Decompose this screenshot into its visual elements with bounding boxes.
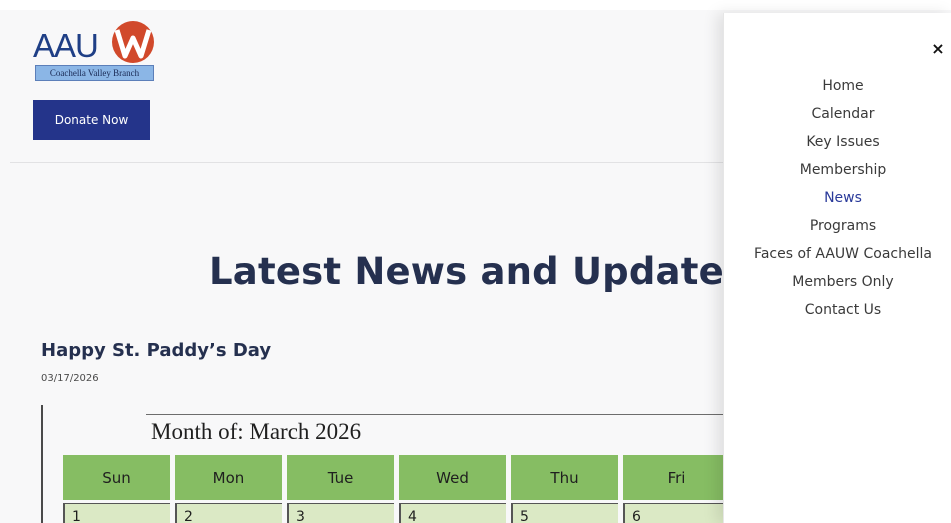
- calendar-day-header: Wed: [399, 455, 506, 500]
- page-title: Latest News and Updates: [209, 250, 747, 293]
- post-divider: [41, 405, 43, 523]
- nav-item-key-issues[interactable]: Key Issues: [735, 134, 951, 150]
- logo-w-mark: [112, 21, 154, 63]
- logo-text: AAU: [33, 27, 99, 64]
- post-date: 03/17/2026: [41, 373, 99, 384]
- calendar-rule: [146, 414, 736, 415]
- calendar-date-cell: 6: [623, 503, 730, 523]
- calendar-day-header: Tue: [287, 455, 394, 500]
- close-icon[interactable]: ×: [928, 36, 948, 60]
- nav-item-home[interactable]: Home: [735, 78, 951, 94]
- calendar-day-header: Sun: [63, 455, 170, 500]
- calendar-date-cell: 1: [63, 503, 170, 523]
- page: AAU Coachella Valley Branch Donate Now L…: [0, 0, 951, 523]
- site-logo[interactable]: AAU Coachella Valley Branch: [33, 20, 155, 82]
- logo-branch-label: Coachella Valley Branch: [35, 65, 154, 81]
- post-title[interactable]: Happy St. Paddy’s Day: [41, 340, 271, 361]
- nav-item-membership[interactable]: Membership: [735, 162, 951, 178]
- nav-item-faces[interactable]: Faces of AAUW Coachella: [735, 246, 951, 262]
- calendar-date-cell: 3: [287, 503, 394, 523]
- calendar-day-header: Mon: [175, 455, 282, 500]
- calendar-day-header: Thu: [511, 455, 618, 500]
- nav-item-members-only[interactable]: Members Only: [735, 274, 951, 290]
- nav-item-contact[interactable]: Contact Us: [735, 302, 951, 318]
- nav-item-calendar[interactable]: Calendar: [735, 106, 951, 122]
- calendar-day-header: Fri: [623, 455, 730, 500]
- donate-button[interactable]: Donate Now: [33, 100, 150, 140]
- calendar-date-cell: 5: [511, 503, 618, 523]
- calendar-title: Month of: March 2026: [151, 419, 362, 444]
- calendar-date-cell: 2: [175, 503, 282, 523]
- calendar-date-cell: 4: [399, 503, 506, 523]
- nav-item-news[interactable]: News: [735, 190, 951, 206]
- top-strip: [0, 0, 951, 10]
- nav-item-programs[interactable]: Programs: [735, 218, 951, 234]
